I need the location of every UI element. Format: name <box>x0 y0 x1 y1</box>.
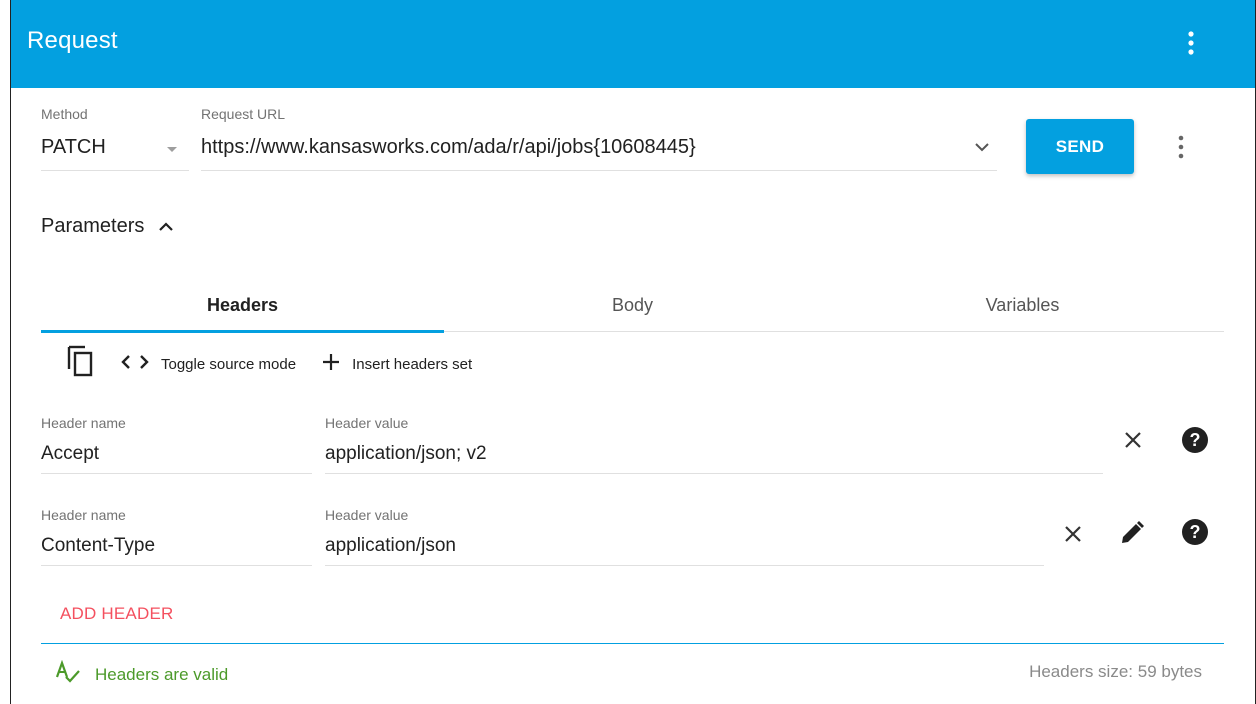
app-bar-title: Request <box>27 27 118 54</box>
url-label: Request URL <box>201 106 286 122</box>
headers-toolbar: Toggle source mode Insert headers set <box>65 344 496 384</box>
app-bar: Request <box>11 0 1255 88</box>
method-underline <box>41 170 189 171</box>
code-icon <box>119 353 151 376</box>
header-name-underline <box>41 473 312 474</box>
headers-size-text: Headers size: 59 bytes <box>1029 662 1202 681</box>
tab-variables[interactable]: Variables <box>821 280 1224 330</box>
chevron-down-icon[interactable] <box>972 141 992 155</box>
parameters-label: Parameters <box>41 214 145 237</box>
copy-icon <box>65 345 95 384</box>
help-icon[interactable]: ? <box>1181 426 1209 459</box>
status-divider <box>41 643 1224 644</box>
insert-headers-set-button[interactable]: Insert headers set <box>320 351 472 378</box>
spellcheck-icon <box>55 659 81 689</box>
svg-text:?: ? <box>1190 430 1201 450</box>
header-name-label: Header name <box>41 415 126 431</box>
insert-headers-set-label: Insert headers set <box>352 355 473 373</box>
header-value-underline <box>325 565 1044 566</box>
dropdown-arrow-icon[interactable] <box>167 147 177 152</box>
headers-valid-text: Headers are valid <box>95 664 229 684</box>
url-input[interactable]: https://www.kansasworks.com/ada/r/api/jo… <box>201 136 696 159</box>
header-name-input[interactable]: Content-Type <box>41 535 155 557</box>
url-underline <box>201 170 997 171</box>
close-icon[interactable] <box>1121 428 1145 457</box>
header-value-underline <box>325 473 1103 474</box>
plus-icon <box>320 351 342 378</box>
more-vert-icon[interactable] <box>1179 28 1203 58</box>
tab-body[interactable]: Body <box>431 280 834 330</box>
header-name-input[interactable]: Accept <box>41 443 99 465</box>
header-value-input[interactable]: application/json <box>325 535 456 557</box>
header-name-underline <box>41 565 312 566</box>
tab-indicator <box>41 330 444 333</box>
copy-button[interactable] <box>65 345 95 384</box>
chevron-up-icon[interactable] <box>158 220 174 232</box>
parameters-tabs: Headers Body Variables <box>41 280 1224 334</box>
close-icon[interactable] <box>1061 522 1085 551</box>
header-value-label: Header value <box>325 415 409 431</box>
method-label: Method <box>41 106 88 122</box>
headers-valid-status: Headers are valid <box>55 659 229 689</box>
header-value-label: Header value <box>325 507 409 523</box>
toggle-source-mode-label: Toggle source mode <box>161 355 297 373</box>
add-header-button[interactable]: ADD HEADER <box>60 604 173 624</box>
request-panel: Request Method PATCH Request URL https:/… <box>10 0 1256 704</box>
pencil-icon[interactable] <box>1119 520 1145 551</box>
tab-headers[interactable]: Headers <box>41 280 444 330</box>
send-button[interactable]: SEND <box>1026 119 1134 174</box>
method-value[interactable]: PATCH <box>41 136 106 159</box>
help-icon[interactable]: ? <box>1181 518 1209 551</box>
svg-text:?: ? <box>1190 522 1201 542</box>
more-vert-icon[interactable] <box>1169 132 1193 162</box>
parameters-toggle[interactable]: Parameters <box>41 211 174 241</box>
header-name-label: Header name <box>41 507 126 523</box>
header-value-input[interactable]: application/json; v2 <box>325 443 487 465</box>
toggle-source-mode-button[interactable]: Toggle source mode <box>119 353 296 376</box>
